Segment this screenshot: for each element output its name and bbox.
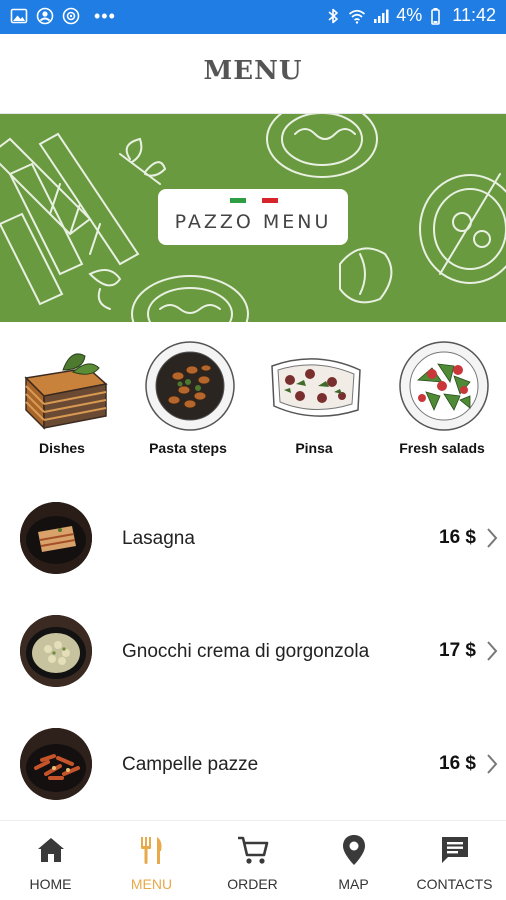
- pasta-bowl-sketch-image: [145, 341, 235, 431]
- nav-order[interactable]: ORDER: [202, 821, 303, 900]
- salad-bowl-sketch-image: [399, 341, 489, 431]
- category-label: Pasta steps: [149, 440, 227, 456]
- chat-icon: [442, 837, 468, 863]
- nav-contacts[interactable]: CONTACTS: [404, 821, 505, 900]
- nav-map[interactable]: MAP: [303, 821, 404, 900]
- pazzo-menu-card: PAZZO MENU: [158, 189, 348, 245]
- category-dishes[interactable]: Dishes: [6, 336, 118, 462]
- item-price: 16 $: [439, 753, 476, 774]
- battery-percent: 4%: [396, 5, 423, 25]
- chevron-right-icon: [487, 641, 498, 661]
- account-icon: [36, 7, 54, 25]
- status-bar-right: 4% 11:42: [324, 5, 496, 26]
- image-icon: [10, 8, 28, 24]
- sync-icon: [62, 7, 80, 25]
- nav-home[interactable]: HOME: [0, 821, 101, 900]
- status-bar-left: •••: [10, 7, 116, 25]
- item-price: 16 $: [439, 527, 476, 548]
- battery-icon: [431, 7, 441, 25]
- category-pasta-steps[interactable]: Pasta steps: [132, 336, 244, 462]
- nav-label: MENU: [130, 876, 173, 892]
- nav-label: CONTACTS: [416, 876, 493, 892]
- wifi-icon: [349, 9, 366, 24]
- lasagna-photo: [20, 502, 92, 574]
- item-name: Gnocchi crema di gorgonzola: [122, 641, 370, 662]
- clock: 11:42: [452, 5, 496, 25]
- campelle-photo: [20, 728, 92, 800]
- lasagna-sketch-image: [24, 353, 108, 430]
- nav-label: ORDER: [227, 876, 278, 892]
- cutlery-icon: [141, 837, 162, 864]
- map-pin-icon: [343, 835, 365, 865]
- menu-item-campelle[interactable]: Campelle pazze 16 $: [0, 714, 506, 810]
- item-name: Lasagna: [122, 528, 195, 549]
- menu-banner: PAZZO MENU: [0, 114, 506, 322]
- chevron-right-icon: [487, 754, 498, 774]
- status-bar: ••• 4% 11:42: [0, 0, 506, 34]
- bottom-navigation: HOME MENU ORDER MAP CONTACTS: [0, 820, 506, 900]
- category-label: Fresh salads: [399, 440, 485, 456]
- category-pinsa[interactable]: Pinsa: [258, 336, 370, 462]
- notification-dots: •••: [94, 6, 116, 26]
- bluetooth-icon: [328, 8, 339, 23]
- nav-menu[interactable]: MENU: [101, 821, 202, 900]
- page-title: MENU: [203, 56, 303, 86]
- gnocchi-photo: [20, 615, 92, 687]
- pinsa-sketch-image: [271, 358, 361, 417]
- pazzo-menu-title: PAZZO MENU: [174, 211, 332, 233]
- category-label: Pinsa: [295, 440, 333, 456]
- nav-label: MAP: [338, 876, 369, 892]
- menu-item-gnocchi[interactable]: Gnocchi crema di gorgonzola 17 $: [0, 601, 506, 697]
- item-price: 17 $: [439, 640, 476, 661]
- chevron-right-icon: [487, 528, 498, 548]
- category-label: Dishes: [39, 440, 85, 456]
- category-list: Dishes Pasta steps Pinsa Fresh salads: [0, 336, 506, 466]
- cart-icon: [238, 836, 269, 864]
- italian-flag: [230, 198, 278, 203]
- item-name: Campelle pazze: [122, 754, 259, 775]
- app-header: MENU: [0, 34, 506, 114]
- home-icon: [38, 838, 64, 862]
- signal-icon: [374, 9, 389, 23]
- nav-label: HOME: [29, 876, 72, 892]
- menu-item-lasagna[interactable]: Lasagna 16 $: [0, 488, 506, 584]
- category-fresh-salads[interactable]: Fresh salads: [386, 336, 498, 462]
